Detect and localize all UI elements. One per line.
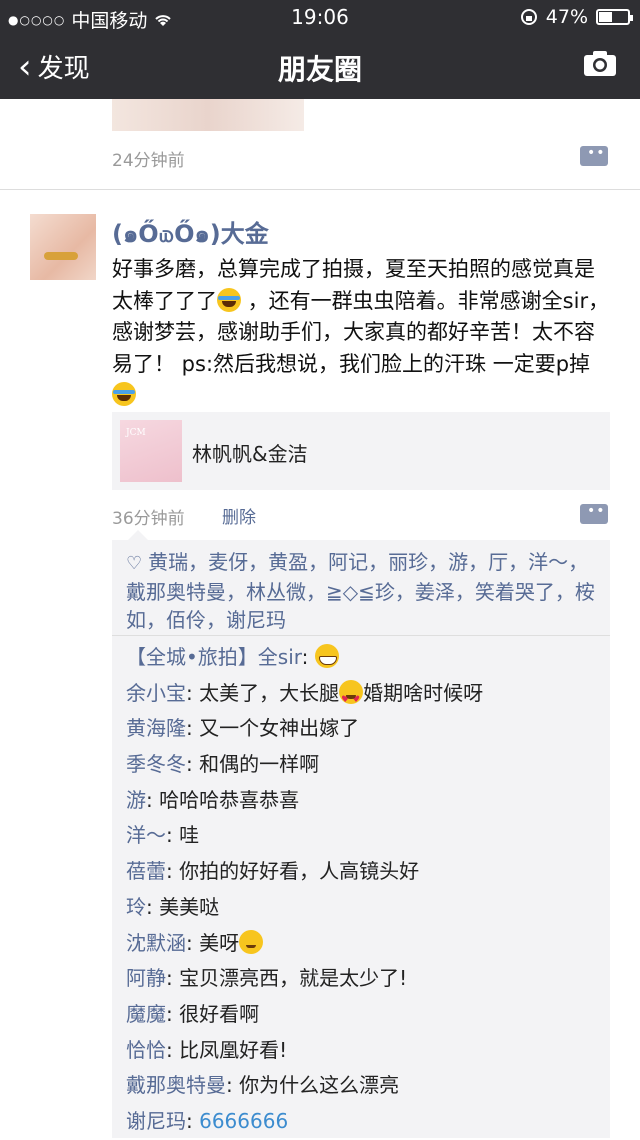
comment-colon: : [186, 752, 200, 777]
comment-text: 太美了，大长腿 [199, 680, 340, 705]
likes-separator [112, 635, 610, 636]
comment-item[interactable]: 恰恰: 比凤凰好看! [126, 1033, 606, 1069]
comment-item[interactable]: 阿静: 宝贝漂亮西，就是太少了! [126, 961, 606, 997]
comment-menu-icon[interactable] [580, 503, 608, 524]
shared-link-card[interactable]: JCM 林帆帆&金洁 [112, 412, 610, 490]
comment-text: 很好看啊 [179, 1001, 260, 1026]
comment-item[interactable]: 魔魔: 很好看啊 [126, 997, 606, 1033]
comment-item[interactable]: 洋～: 哇 [126, 818, 606, 854]
comment-colon: : [186, 716, 200, 741]
comment-colon: : [166, 859, 180, 884]
comment-author[interactable]: 沈默涵 [126, 931, 186, 955]
likes-names[interactable]: 黄瑞，麦伢，黄盈，阿记，丽珍，游，厅，洋～，戴那奥特曼，林丛微，≧◇≦珍，姜泽，… [126, 550, 595, 632]
comment-text: 哈哈哈恭喜恭喜 [159, 787, 300, 812]
comments-list: 【全城•旅拍】全sir: 余小宝: 太美了，大长腿婚期啥时候呀黄海隆: 又一个女… [126, 640, 606, 1140]
delete-button[interactable]: 删除 [222, 503, 256, 528]
comment-text: 和偶的一样啊 [199, 752, 320, 777]
comment-menu-icon[interactable] [580, 145, 608, 166]
comment-author[interactable]: 谢尼玛 [126, 1109, 186, 1133]
comment-item[interactable]: 季冬冬: 和偶的一样啊 [126, 747, 606, 783]
tears-of-joy-emoji-icon [112, 382, 136, 406]
comment-item[interactable]: 玲: 美美哒 [126, 890, 606, 926]
love-emoji-icon [339, 679, 364, 718]
battery-percent: 47% [545, 6, 588, 28]
top-bar: ●○○○○ 中国移动 19:06 47% ‹ 发现 朋友圈 [0, 0, 640, 99]
status-right: 47% [520, 6, 633, 28]
comment-author[interactable]: 【全城•旅拍】全sir [126, 645, 302, 669]
comment-colon: : [301, 645, 315, 669]
comment-colon: : [146, 894, 160, 919]
comment-colon: : [146, 787, 160, 812]
comment-author[interactable]: 余小宝 [126, 681, 186, 705]
comment-author[interactable]: 洋～ [126, 823, 166, 847]
comment-text: 你拍的好好看，人高镜头好 [179, 859, 420, 884]
comment-author[interactable]: 阿静 [126, 966, 166, 990]
likes-list: ♡ 黄瑞，麦伢，黄盈，阿记，丽珍，游，厅，洋～，戴那奥特曼，林丛微，≧◇≦珍，姜泽… [126, 548, 606, 634]
comment-text: 6666666 [199, 1108, 289, 1133]
comment-colon: : [186, 930, 200, 955]
status-bar: ●○○○○ 中国移动 19:06 47% [0, 0, 640, 34]
tears-of-joy-emoji-icon [217, 287, 241, 312]
comment-author[interactable]: 黄海隆 [126, 716, 186, 740]
navigation-bar: ‹ 发现 朋友圈 [0, 34, 640, 99]
heart-icon: ♡ [126, 553, 143, 574]
comment-item[interactable]: 谢尼玛: 6666666 [126, 1104, 606, 1140]
comment-item[interactable]: 沈默涵: 美呀 [126, 926, 606, 962]
comment-item[interactable]: 戴那奥特曼: 你为什么这么漂亮 [126, 1068, 606, 1104]
comment-text: 美呀 [199, 930, 240, 955]
comment-text: 你为什么这么漂亮 [239, 1073, 400, 1098]
comment-author[interactable]: 玲 [126, 895, 146, 919]
camera-icon[interactable] [582, 48, 618, 78]
rotation-lock-icon [520, 9, 537, 25]
page-title: 朋友圈 [277, 53, 362, 86]
previous-post-time: 24分钟前 [112, 151, 185, 171]
comment-text-after: 婚期啥时候呀 [363, 680, 484, 705]
comment-author[interactable]: 戴那奥特曼 [126, 1073, 226, 1097]
likes-comments-panel: ♡ 黄瑞，麦伢，黄盈，阿记，丽珍，游，厅，洋～，戴那奥特曼，林丛微，≧◇≦珍，姜泽… [112, 530, 610, 1140]
post-text: 好事多磨，总算完成了拍摄，夏至天拍照的感觉真是太棒了了了 ，还有一群虫虫陪着。非… [112, 254, 612, 412]
comment-colon: : [186, 680, 200, 705]
previous-post-photo[interactable] [112, 99, 304, 131]
comment-text: 美美哒 [159, 894, 220, 919]
comment-colon: : [166, 966, 180, 991]
comment-author[interactable]: 季冬冬 [126, 752, 186, 776]
comment-item[interactable]: 蓓蕾: 你拍的好好看，人高镜头好 [126, 854, 606, 890]
post-time: 36分钟前 [112, 509, 185, 529]
comment-text: 比凤凰好看! [179, 1037, 288, 1062]
comment-item[interactable]: 【全城•旅拍】全sir: [126, 640, 606, 676]
comment-item[interactable]: 黄海隆: 又一个女神出嫁了 [126, 711, 606, 747]
wink-emoji-icon [239, 929, 264, 954]
comment-item[interactable]: 游: 哈哈哈恭喜恭喜 [126, 783, 606, 819]
comment-author[interactable]: 恰恰 [126, 1038, 166, 1062]
comment-colon: : [166, 823, 180, 848]
post-author[interactable]: (๑Ő௰Ő๑)大金 [112, 214, 269, 253]
comment-colon: : [166, 1037, 180, 1062]
comment-colon: : [226, 1073, 240, 1098]
link-thumbnail: JCM [120, 420, 182, 482]
comment-text: 宝贝漂亮西，就是太少了! [179, 966, 408, 991]
comment-author[interactable]: 魔魔 [126, 1002, 166, 1026]
avatar[interactable] [30, 214, 96, 280]
link-title: 林帆帆&金洁 [192, 442, 308, 466]
comment-colon: : [186, 1108, 200, 1133]
post-divider [0, 189, 640, 190]
battery-icon [596, 9, 633, 25]
comment-text: 又一个女神出嫁了 [199, 716, 360, 741]
comment-item[interactable]: 余小宝: 太美了，大长腿婚期啥时候呀 [126, 676, 606, 718]
grin-emoji-icon [314, 644, 339, 668]
comment-colon: : [166, 1001, 180, 1026]
comment-author[interactable]: 游 [126, 788, 146, 812]
comment-author[interactable]: 蓓蕾 [126, 859, 166, 883]
comment-text: 哇 [179, 823, 200, 848]
